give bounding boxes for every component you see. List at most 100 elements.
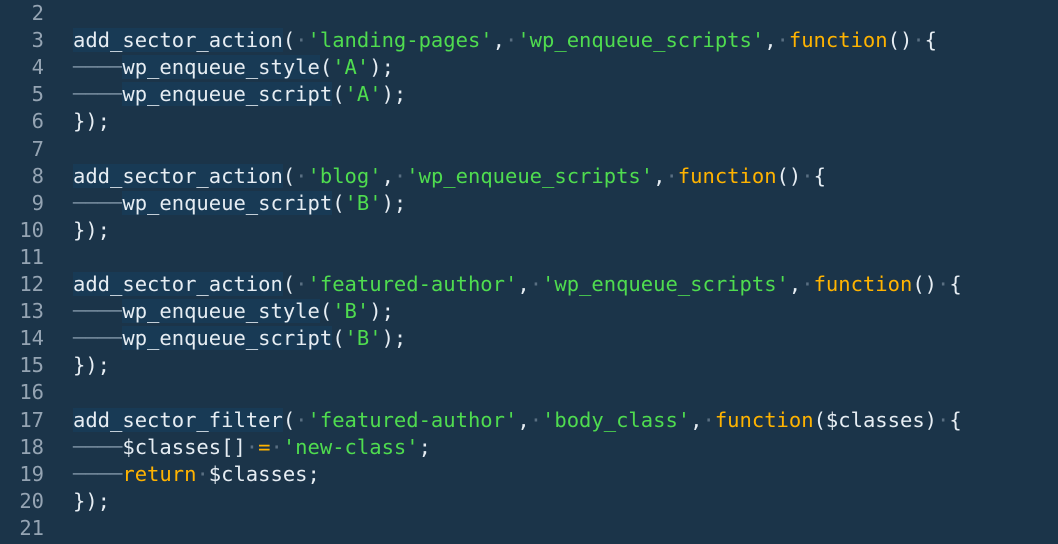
punctuation: ); (381, 190, 407, 215)
line-code[interactable]: ────return·$classes; (73, 461, 320, 488)
code-line[interactable]: 19 ────return·$classes; (0, 461, 1058, 488)
code-line[interactable]: 13 ────wp_enqueue_style('B'); (0, 298, 1058, 325)
line-code[interactable]: }); (73, 352, 110, 379)
punctuation: , (492, 28, 505, 53)
punctuation: }); (73, 217, 111, 242)
line-code[interactable]: add_sector_action(·'featured-author',·'w… (73, 271, 962, 298)
line-code[interactable]: add_sector_action(·'landing-pages',·'wp_… (73, 27, 937, 54)
indent-guide: ──── (73, 461, 123, 486)
whitespace-marker: · (196, 461, 209, 486)
string-literal: 'landing-pages' (307, 28, 493, 53)
line-number: 14 (19, 326, 44, 351)
indent-guide: ──── (73, 190, 123, 215)
function-name: wp_enqueue_style (122, 55, 320, 80)
keyword: function (788, 28, 888, 53)
whitespace-marker: · (295, 28, 308, 53)
punctuation: () (887, 28, 913, 53)
punctuation: ; (307, 461, 320, 486)
string-literal: 'wp_enqueue_scripts' (542, 272, 789, 296)
line-code[interactable]: ────wp_enqueue_script('A'); (73, 81, 406, 108)
line-number: 3 (31, 28, 44, 53)
keyword: function (714, 407, 814, 432)
code-line[interactable]: 14 ────wp_enqueue_script('B'); (0, 325, 1058, 352)
code-line[interactable]: 21 (0, 515, 1058, 542)
punctuation: ); (369, 299, 394, 324)
keyword: = (258, 434, 271, 459)
line-code[interactable]: ────wp_enqueue_script('B'); (73, 190, 406, 217)
punctuation: }); (73, 353, 111, 378)
punctuation: ( (332, 190, 345, 215)
line-number: 18 (19, 434, 44, 459)
string-literal: 'A' (332, 55, 370, 80)
code-line[interactable]: 10}); (0, 217, 1058, 244)
function-name: add_sector_filter (73, 407, 283, 432)
code-line[interactable]: 4 ────wp_enqueue_style('A'); (0, 54, 1058, 81)
whitespace-marker: · (801, 163, 814, 188)
string-literal: 'B' (332, 299, 370, 324)
string-literal: 'B' (344, 326, 382, 351)
function-name: wp_enqueue_style (122, 299, 320, 324)
code-line[interactable]: 20}); (0, 488, 1058, 515)
line-number: 12 (19, 272, 44, 296)
string-literal: 'featured-author' (307, 407, 518, 432)
code-line[interactable]: 15}); (0, 352, 1058, 379)
line-code[interactable]: }); (73, 108, 110, 135)
line-number: 9 (31, 190, 44, 215)
indent-guide: ──── (73, 82, 123, 107)
punctuation: ( (332, 82, 345, 107)
whitespace-marker: · (801, 272, 814, 296)
code-line[interactable]: 2 (0, 0, 1058, 27)
line-number: 20 (19, 488, 44, 513)
line-code[interactable]: ────wp_enqueue_style('B'); (73, 298, 394, 325)
code-line[interactable]: 3 add_sector_action(·'landing-pages',·'wp… (0, 27, 1058, 54)
punctuation: ( (319, 55, 333, 80)
line-code[interactable]: }); (73, 217, 110, 244)
whitespace-marker: · (529, 407, 543, 432)
line-code[interactable]: }); (73, 488, 110, 515)
line-number: 17 (19, 407, 44, 432)
line-code[interactable]: add_sector_filter(·'featured-author',·'b… (73, 407, 962, 434)
code-line[interactable]: 16 (0, 379, 1058, 406)
code-line[interactable]: 12 add_sector_action(·'featured-author',·… (0, 271, 1058, 298)
function-name: add_sector_action (73, 272, 283, 296)
punctuation: ; (418, 434, 431, 459)
string-literal: 'new-class' (282, 434, 419, 459)
code-line[interactable]: 9 ────wp_enqueue_script('B'); (0, 190, 1058, 217)
string-literal: 'A' (344, 82, 382, 107)
code-line[interactable]: 5 ────wp_enqueue_script('A'); (0, 81, 1058, 108)
function-name: add_sector_action (73, 163, 283, 188)
string-literal: 'wp_enqueue_scripts' (406, 163, 654, 188)
whitespace-marker: · (393, 163, 407, 188)
code-line[interactable]: 8 add_sector_action(·'blog',·'wp_enqueue_… (0, 163, 1058, 190)
whitespace-marker: · (529, 272, 543, 296)
code-editor[interactable]: 2 3 add_sector_action(·'landing-pages',·'w… (0, 0, 1058, 544)
code-line[interactable]: 17 add_sector_filter(·'featured-author',·… (0, 407, 1058, 434)
line-number: 2 (31, 1, 44, 25)
line-code[interactable]: add_sector_action(·'blog',·'wp_enqueue_s… (73, 163, 826, 190)
punctuation: ( (282, 28, 296, 53)
punctuation: { (924, 28, 937, 53)
code-line[interactable]: 7 (0, 136, 1058, 163)
whitespace-marker: · (665, 163, 678, 188)
code-line[interactable]: 6}); (0, 108, 1058, 135)
line-number: 4 (31, 55, 44, 80)
line-code[interactable]: ────wp_enqueue_script('B'); (73, 325, 406, 352)
line-code[interactable]: ────wp_enqueue_style('A'); (73, 54, 394, 81)
punctuation: , (517, 407, 530, 432)
string-literal: 'wp_enqueue_scripts' (517, 28, 765, 53)
line-code[interactable]: ────$classes[]·=·'new-class'; (73, 434, 431, 461)
keyword: function (813, 272, 913, 296)
punctuation: , (690, 407, 703, 432)
punctuation: ) (924, 407, 938, 432)
punctuation: { (949, 272, 962, 296)
line-number: 6 (31, 109, 44, 134)
punctuation: ); (381, 82, 407, 107)
function-name: wp_enqueue_script (122, 82, 333, 107)
whitespace-marker: · (702, 407, 715, 432)
code-line[interactable]: 18 ────$classes[]·=·'new-class'; (0, 434, 1058, 461)
punctuation: , (764, 28, 777, 53)
code-line[interactable]: 11 (0, 244, 1058, 271)
whitespace-marker: · (245, 434, 259, 459)
whitespace-marker: · (912, 28, 925, 53)
indent-guide: ──── (73, 55, 123, 80)
